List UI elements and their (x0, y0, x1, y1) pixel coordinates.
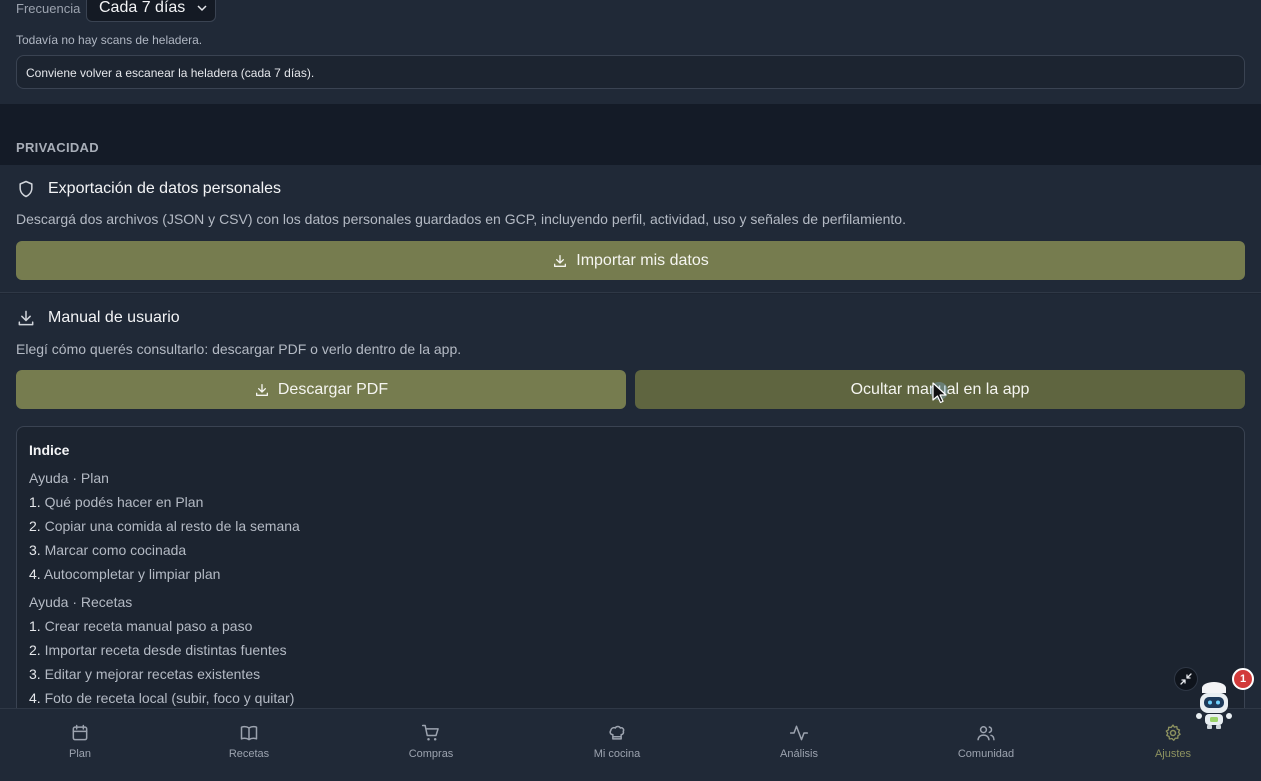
section-band (0, 104, 1261, 165)
mouse-cursor-icon (930, 382, 948, 404)
download-icon (255, 383, 268, 396)
index-item[interactable]: 1. Qué podés hacer en Plan (29, 494, 203, 510)
nav-item-mi-cocina[interactable]: Mi cocina (562, 723, 672, 760)
nav-item-recetas[interactable]: Recetas (194, 723, 304, 760)
data-export-title: Exportación de datos personales (48, 180, 282, 197)
index-group-heading: Ayuda · Plan (29, 470, 109, 486)
book-icon (240, 725, 258, 741)
download-pdf-label: Descargar PDF (277, 380, 389, 398)
bottom-nav: Plan Recetas Compras Mi cocina Análisis … (0, 708, 1261, 781)
index-title: Indice (29, 442, 70, 458)
shield-icon (19, 180, 33, 198)
index-item[interactable]: 4. Autocompletar y limpiar plan (29, 566, 220, 582)
activity-icon (789, 725, 809, 741)
nav-item-comunidad[interactable]: Comunidad (931, 723, 1041, 760)
data-export-description: Descargá dos archivos (JSON y CSV) con l… (16, 211, 906, 227)
download-icon (554, 254, 567, 267)
cart-icon (421, 724, 439, 741)
nav-item-compras[interactable]: Compras (376, 723, 486, 760)
index-item[interactable]: 2. Copiar una comida al resto de la sema… (29, 518, 300, 534)
user-manual-title: Manual de usuario (48, 309, 180, 326)
chef-hat-icon (609, 725, 625, 740)
chevron-down-icon (197, 5, 207, 12)
frequency-label: Frecuencia (16, 1, 81, 16)
collapse-icon (1180, 673, 1192, 685)
notification-badge: 1 (1232, 668, 1254, 690)
download-icon (18, 310, 34, 326)
import-data-button[interactable]: Importar mis datos (16, 241, 1245, 280)
calendar-icon (72, 724, 88, 741)
assistant-robot-icon[interactable] (1192, 680, 1236, 730)
index-item[interactable]: 3. Editar y mejorar recetas existentes (29, 666, 260, 682)
privacy-section-title: PRIVACIDAD (16, 140, 99, 155)
gear-icon (1165, 724, 1181, 741)
frequency-value: Cada 7 días (99, 0, 186, 16)
import-data-label: Importar mis datos (576, 251, 709, 269)
index-group-heading: Ayuda · Recetas (29, 594, 133, 610)
manual-content: Indice Ayuda · Plan 1. Qué podés hacer e… (16, 426, 1245, 726)
frequency-select[interactable]: Cada 7 días (86, 0, 216, 22)
no-scans-text: Todavía no hay scans de heladera. (16, 33, 203, 47)
users-icon (977, 726, 995, 741)
nav-item-plan[interactable]: Plan (25, 723, 135, 760)
download-pdf-button[interactable]: Descargar PDF (16, 370, 626, 409)
index-item[interactable]: 4. Foto de receta local (subir, foco y q… (29, 690, 294, 706)
rescan-hint: Conviene volver a escanear la heladera (… (16, 55, 1245, 89)
nav-item-analisis[interactable]: Análisis (744, 723, 854, 760)
index-item[interactable]: 3. Marcar como cocinada (29, 542, 186, 558)
index-item[interactable]: 1. Crear receta manual paso a paso (29, 618, 252, 634)
user-manual-description: Elegí cómo querés consultarlo: descargar… (16, 341, 462, 357)
index-item[interactable]: 2. Importar receta desde distintas fuent… (29, 642, 287, 658)
